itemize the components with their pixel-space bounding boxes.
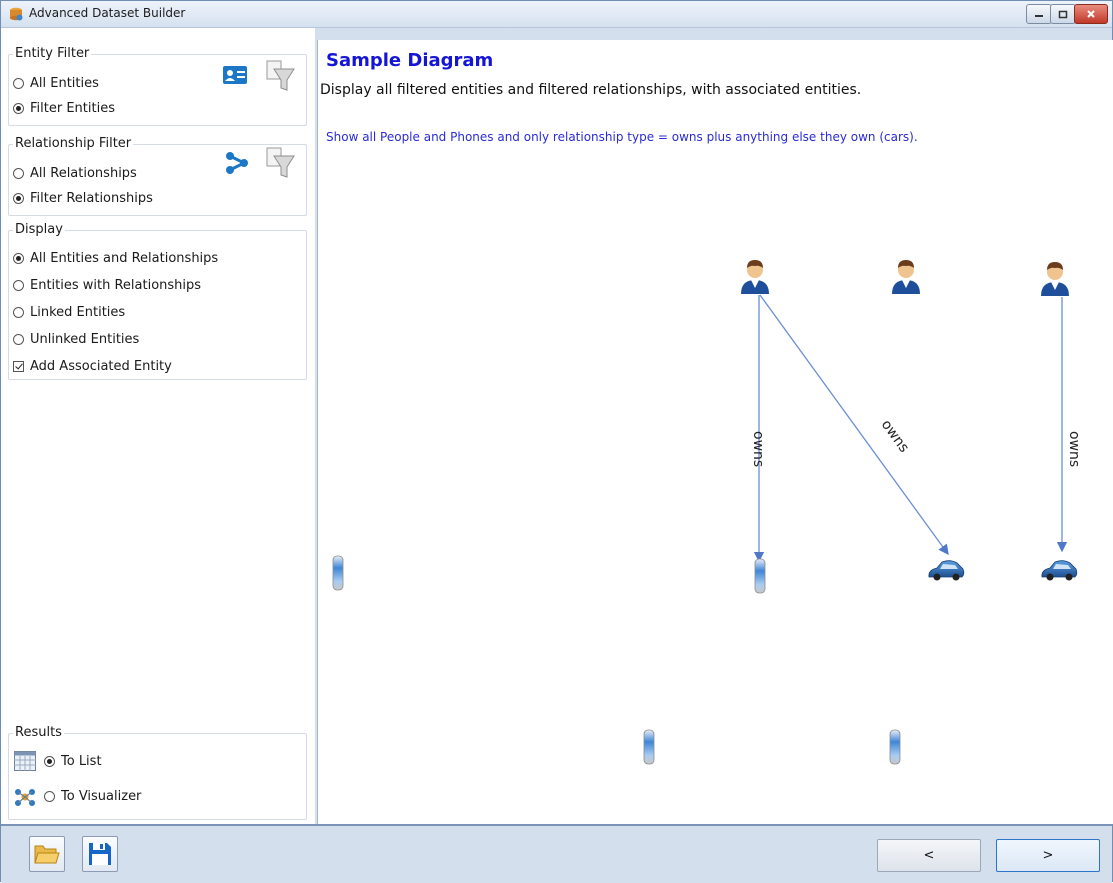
relationship-filter-option-all[interactable]: All Relationships (13, 166, 137, 181)
radio-all-entities-relationships[interactable] (13, 253, 24, 264)
save-icon (89, 843, 111, 865)
close-icon (1087, 10, 1095, 18)
radio-linked-entities[interactable] (13, 307, 24, 318)
radio-all-relationships[interactable] (13, 168, 24, 179)
edge-label: owns (1066, 431, 1082, 467)
radio-filter-relationships[interactable] (13, 193, 24, 204)
radio-label: To List (61, 754, 102, 769)
radio-to-list[interactable] (44, 756, 55, 767)
diagram-canvas: Sample Diagram Display all filtered enti… (317, 40, 1113, 824)
person-icon[interactable] (1041, 262, 1069, 296)
entity-filter-option-all[interactable]: All Entities (13, 76, 99, 91)
relationship-filter-option-filter[interactable]: Filter Relationships (13, 191, 153, 206)
radio-label: Linked Entities (30, 305, 126, 320)
person-icon[interactable] (892, 260, 920, 294)
filter-funnel-icon[interactable] (265, 147, 295, 179)
relationship-filter-legend: Relationship Filter (13, 136, 134, 151)
save-button[interactable] (82, 836, 118, 872)
options-panel: Entity Filter All Entities Filter Entiti… (1, 28, 315, 824)
bottom-toolbar: < > (1, 824, 1112, 883)
display-option-unlinked[interactable]: Unlinked Entities (13, 332, 139, 347)
relationship-filter-group: Relationship Filter All Relationships Fi… (8, 136, 307, 216)
radio-all-entities[interactable] (13, 78, 24, 89)
entity-filter-option-filter[interactable]: Filter Entities (13, 101, 115, 116)
edge-label: owns (878, 417, 912, 456)
title-bar: Advanced Dataset Builder (1, 1, 1112, 28)
display-option-with-relationships[interactable]: Entities with Relationships (13, 278, 201, 293)
next-button[interactable]: > (996, 839, 1100, 872)
results-option-visualizer[interactable]: To Visualizer (44, 789, 141, 804)
add-associated-entity-row[interactable]: Add Associated Entity (13, 359, 172, 374)
checkbox-label: Add Associated Entity (30, 359, 172, 374)
display-option-all[interactable]: All Entities and Relationships (13, 251, 218, 266)
entity-relationship-diagram: owns owns owns (332, 260, 1082, 765)
id-card-icon (223, 66, 247, 84)
entity-filter-group: Entity Filter All Entities Filter Entiti… (8, 46, 307, 126)
car-icon[interactable] (928, 560, 965, 581)
radio-label: Filter Entities (30, 101, 115, 116)
car-icon[interactable] (1041, 560, 1078, 581)
radio-label: All Entities and Relationships (30, 251, 219, 266)
results-option-list[interactable]: To List (44, 754, 102, 769)
radio-label: All Entities (30, 76, 99, 91)
relationship-link-icon (226, 152, 248, 174)
phone-icon[interactable] (332, 555, 344, 591)
open-button[interactable] (29, 836, 65, 872)
phone-icon[interactable] (643, 729, 655, 765)
folder-open-icon (34, 845, 60, 864)
radio-label: Entities with Relationships (30, 278, 202, 293)
minimize-icon (1035, 15, 1043, 17)
radio-label: To Visualizer (61, 789, 142, 804)
radio-to-visualizer[interactable] (44, 791, 55, 802)
display-option-linked[interactable]: Linked Entities (13, 305, 125, 320)
radio-entities-with-relationships[interactable] (13, 280, 24, 291)
radio-label: Filter Relationships (30, 191, 153, 206)
radio-label: Unlinked Entities (30, 332, 140, 347)
entity-filter-legend: Entity Filter (13, 46, 92, 61)
radio-filter-entities[interactable] (13, 103, 24, 114)
display-legend: Display (13, 222, 65, 237)
person-icon[interactable] (741, 260, 769, 294)
app-window: Advanced Dataset Builder Entity Filter A… (0, 0, 1113, 883)
minimize-button[interactable] (1026, 4, 1052, 24)
close-button[interactable] (1074, 4, 1108, 24)
edge-label: owns (750, 431, 766, 467)
restore-icon (1058, 10, 1068, 18)
visualizer-network-icon (15, 789, 35, 806)
phone-icon[interactable] (889, 729, 901, 765)
database-icon (10, 7, 23, 21)
display-group: Display All Entities and Relationships E… (8, 222, 307, 380)
results-group: Results To List To Visualizer (8, 725, 307, 820)
phone-icon[interactable] (754, 558, 766, 594)
radio-unlinked-entities[interactable] (13, 334, 24, 345)
results-legend: Results (13, 725, 64, 740)
maximize-button[interactable] (1050, 4, 1076, 24)
add-associated-entity-checkbox[interactable] (13, 361, 24, 372)
previous-button[interactable]: < (877, 839, 981, 872)
radio-label: All Relationships (30, 166, 137, 181)
grid-list-icon (14, 751, 36, 771)
filter-funnel-icon[interactable] (265, 60, 295, 92)
window-title: Advanced Dataset Builder (29, 6, 186, 20)
owns-edge (759, 294, 949, 556)
